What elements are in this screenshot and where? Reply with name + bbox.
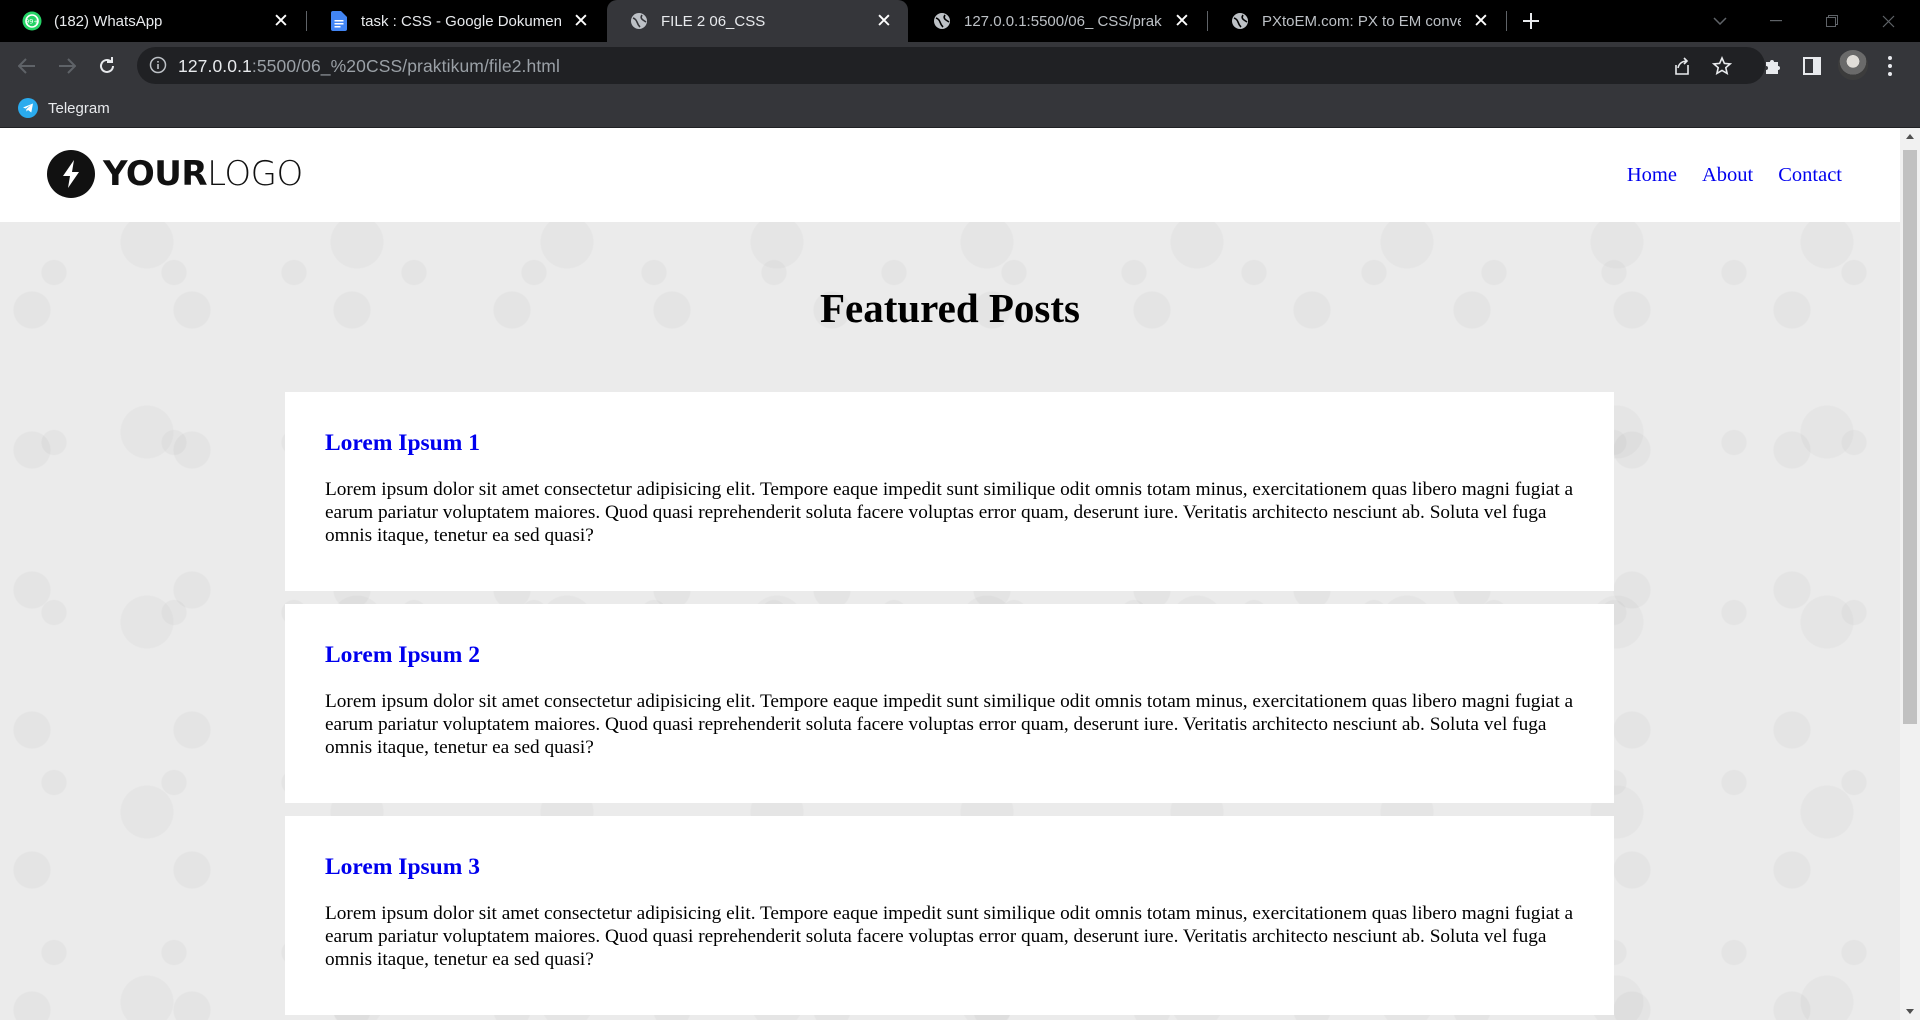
menu-kebab-icon[interactable] [1886, 54, 1894, 78]
site-nav: Home About Contact [1627, 164, 1842, 187]
post-title-link[interactable]: Lorem Ipsum 2 [325, 642, 1574, 669]
plus-icon [1523, 13, 1539, 29]
nav-link-contact[interactable]: Contact [1778, 164, 1842, 187]
page-title: Featured Posts [819, 285, 1080, 331]
reload-button[interactable] [91, 50, 123, 82]
back-button[interactable] [11, 50, 43, 82]
scrollbar-thumb[interactable] [1903, 150, 1917, 724]
browser-toolbar: 127.0.0.1:5500/06_%20CSS/praktikum/file2… [0, 42, 1920, 89]
logo-text-light: LOGO [207, 154, 303, 194]
tab-search-button[interactable] [1692, 0, 1748, 42]
url-host: 127.0.0.1 [178, 56, 252, 76]
page-viewport: YOURLOGO Home About Contact Featured Pos… [0, 128, 1900, 1020]
info-icon[interactable] [149, 56, 167, 74]
logo-text: YOURLOGO [103, 154, 303, 194]
tab-title: FILE 2 06_CSS [661, 12, 766, 30]
lightning-bolt-icon [47, 150, 95, 198]
close-tab-icon[interactable]: ✕ [872, 9, 896, 33]
new-tab-button[interactable] [1517, 7, 1545, 35]
arrow-left-icon [18, 58, 35, 74]
minimize-icon [1770, 20, 1782, 22]
tab-title: task : CSS - Google Dokumen [361, 12, 561, 30]
chevron-down-icon [1713, 17, 1727, 25]
posts-list: Lorem Ipsum 1 Lorem ipsum dolor sit amet… [285, 392, 1614, 1020]
post-body: Lorem ipsum dolor sit amet consectetur a… [325, 691, 1574, 758]
tab-whatsapp[interactable]: 99+ (182) WhatsApp ✕ [0, 0, 305, 42]
close-window-button[interactable] [1860, 0, 1916, 42]
tab-title: (182) WhatsApp [54, 12, 163, 30]
globe-icon [629, 11, 649, 31]
google-docs-icon [329, 11, 349, 31]
post-body: Lorem ipsum dolor sit amet consectetur a… [325, 479, 1574, 546]
reload-icon [100, 57, 114, 73]
post-card: Lorem Ipsum 1 Lorem ipsum dolor sit amet… [285, 392, 1614, 591]
bookmark-telegram[interactable]: Telegram [18, 97, 110, 119]
tab-strip: 99+ (182) WhatsApp ✕ task : CSS - Google… [0, 0, 1920, 42]
post-body: Lorem ipsum dolor sit amet consectetur a… [325, 903, 1574, 970]
site-header: YOURLOGO Home About Contact [0, 128, 1900, 222]
logo-text-bold: YOUR [103, 154, 208, 194]
globe-icon [932, 11, 952, 31]
share-icon[interactable] [1671, 55, 1693, 77]
tab-praktikum[interactable]: 127.0.0.1:5500/06_ CSS/praktikum ✕ [910, 0, 1206, 42]
post-card: Lorem Ipsum 2 Lorem ipsum dolor sit amet… [285, 604, 1614, 803]
url-path: :5500/06_%20CSS/praktikum/file2.html [251, 56, 560, 76]
arrow-right-icon [59, 58, 76, 74]
vertical-scrollbar[interactable] [1900, 128, 1920, 1020]
post-title-link[interactable]: Lorem Ipsum 3 [325, 854, 1574, 881]
restore-icon [1826, 15, 1838, 27]
close-tab-icon[interactable]: ✕ [1469, 9, 1493, 33]
close-tab-icon[interactable]: ✕ [269, 9, 293, 33]
tab-file2-active[interactable]: FILE 2 06_CSS ✕ [607, 0, 908, 42]
profile-avatar[interactable] [1838, 50, 1868, 80]
close-tab-icon[interactable]: ✕ [1170, 9, 1194, 33]
bookmark-label: Telegram [48, 99, 110, 117]
site-logo[interactable]: YOURLOGO [47, 150, 303, 198]
post-title-link[interactable]: Lorem Ipsum 1 [325, 430, 1574, 457]
close-icon [1882, 15, 1894, 27]
restore-button[interactable] [1804, 0, 1860, 42]
telegram-icon [18, 98, 38, 118]
nav-link-home[interactable]: Home [1627, 164, 1677, 187]
url-text[interactable]: 127.0.0.1:5500/06_%20CSS/praktikum/file2… [178, 56, 560, 77]
address-bar[interactable]: 127.0.0.1:5500/06_%20CSS/praktikum/file2… [137, 47, 1765, 84]
tab-title: PXtoEM.com: PX to EM conversion [1262, 12, 1461, 30]
minimize-button[interactable] [1748, 0, 1804, 42]
extensions-puzzle-icon[interactable] [1761, 54, 1785, 78]
post-card: Lorem Ipsum 3 Lorem ipsum dolor sit amet… [285, 816, 1614, 1015]
forward-button[interactable] [51, 50, 83, 82]
tab-pxtoem[interactable]: PXtoEM.com: PX to EM conversion ✕ [1208, 0, 1505, 42]
tab-google-docs[interactable]: task : CSS - Google Dokumen ✕ [307, 0, 605, 42]
close-tab-icon[interactable]: ✕ [569, 9, 593, 33]
scroll-down-arrow-icon[interactable] [1906, 1009, 1914, 1014]
scroll-up-arrow-icon[interactable] [1906, 134, 1914, 139]
svg-text:99+: 99+ [25, 18, 39, 26]
nav-link-about[interactable]: About [1702, 164, 1753, 187]
bookmarks-bar: Telegram [0, 89, 1920, 128]
tab-title: 127.0.0.1:5500/06_ CSS/praktikum [964, 12, 1162, 30]
side-panel-icon[interactable] [1800, 54, 1824, 78]
tab-separator [1506, 11, 1507, 31]
whatsapp-icon: 99+ [22, 11, 42, 31]
globe-icon [1230, 11, 1250, 31]
star-bookmark-icon[interactable] [1711, 55, 1733, 77]
